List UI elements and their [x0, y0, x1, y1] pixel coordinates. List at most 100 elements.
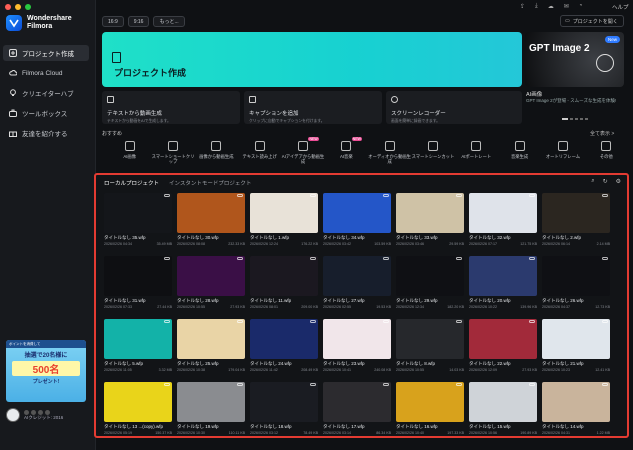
- project-thumbnail[interactable]: [323, 319, 391, 359]
- project-card[interactable]: タイトルなし 27.wfp 2026/02/26 02:55 19.53 KB: [323, 256, 391, 314]
- project-thumbnail[interactable]: [542, 256, 610, 296]
- project-thumbnail[interactable]: [104, 256, 172, 296]
- download-icon[interactable]: ⤓: [535, 3, 538, 10]
- project-card[interactable]: タイトルなし 2.wfp 2026/02/26 06:14 2.14 MB: [542, 193, 610, 251]
- add-caption-card[interactable]: キャプションを追加 クリップに自動でキャプションを付けます。: [244, 91, 382, 124]
- project-thumbnail[interactable]: [250, 319, 318, 359]
- tool-item[interactable]: AI画像: [108, 141, 151, 164]
- project-card[interactable]: タイトルなし 14.wfp 2026/02/26 04:31 1.22 MB: [542, 382, 610, 436]
- screen-recorder-card[interactable]: スクリーンレコーダー 画面を簡単に録画できます。: [386, 91, 522, 124]
- help-link[interactable]: ヘルプ: [612, 3, 629, 11]
- search-icon[interactable]: ⌕: [591, 178, 594, 185]
- project-card[interactable]: タイトルなし 30.wfp 2026/02/26 08:08 232.33 KB: [177, 193, 245, 251]
- project-card[interactable]: タイトルなし 17.wfp 2026/02/26 03:14 86.34 KB: [323, 382, 391, 436]
- project-thumbnail[interactable]: [104, 193, 172, 233]
- project-card[interactable]: タイトルなし 20.wfp 2026/02/26 10:22 139.96 KB: [469, 256, 537, 314]
- zoom-window-button[interactable]: [25, 4, 31, 10]
- promo-banner[interactable]: ポイントを消費して 抽選で20名様に 500名 プレゼント!: [6, 340, 86, 402]
- open-project-button[interactable]: ▭ プロジェクトを開く: [560, 15, 624, 27]
- project-thumbnail[interactable]: [542, 319, 610, 359]
- tool-item[interactable]: スマートショートクリップ: [151, 141, 194, 164]
- tool-item[interactable]: その他: [585, 141, 628, 164]
- filter-icon[interactable]: ⚙: [616, 178, 621, 185]
- sidebar-item-creator-hub[interactable]: クリエイターハブ: [3, 85, 89, 101]
- minimize-window-button[interactable]: [15, 4, 21, 10]
- project-card[interactable]: タイトルなし 13 ...(copy).wfp 2026/02/26 05:19 1…: [104, 382, 172, 436]
- project-thumbnail[interactable]: [323, 382, 391, 422]
- tool-item[interactable]: NEW AIアイデアから動画生成: [281, 137, 324, 164]
- project-card[interactable]: タイトルなし 33.wfp 2026/02/26 03:46 29.59 KB: [396, 193, 464, 251]
- project-thumbnail[interactable]: [396, 256, 464, 296]
- project-thumbnail[interactable]: [250, 382, 318, 422]
- tool-item[interactable]: 画像から動画生成: [195, 141, 238, 164]
- tool-item[interactable]: AIポートレート: [455, 141, 498, 164]
- project-thumbnail[interactable]: [396, 193, 464, 233]
- sidebar-item-refer-friend[interactable]: 友達を紹介する: [3, 125, 89, 141]
- project-card[interactable]: タイトルなし 34.wfp 2026/02/26 03:42 103.59 KB: [323, 193, 391, 251]
- share-icon[interactable]: ⇪: [520, 3, 525, 10]
- tool-item[interactable]: 音楽生成: [498, 141, 541, 164]
- project-card[interactable]: タイトルなし 28.wfp 2026/02/26 10:55 27.93 KB: [177, 256, 245, 314]
- tool-item[interactable]: テキスト読み上げ: [238, 141, 281, 164]
- bell-icon[interactable]: ◔: [579, 3, 583, 10]
- sidebar-item-toolbox[interactable]: ツールボックス: [3, 105, 89, 121]
- project-card[interactable]: タイトルなし 35.wfp 2026/02/26 04:34 35.49 MB: [104, 193, 172, 251]
- project-card[interactable]: タイトルなし 1.wfp 2026/02/26 12:24 176.22 KB: [250, 193, 318, 251]
- project-thumbnail[interactable]: [396, 382, 464, 422]
- project-card[interactable]: タイトルなし 5.wfp 2026/02/26 11:05 3.32 MB: [104, 319, 172, 377]
- project-thumbnail[interactable]: [177, 256, 245, 296]
- project-card[interactable]: タイトルなし 23.wfp 2026/02/26 10:41 240.08 KB: [323, 319, 391, 377]
- project-thumbnail[interactable]: [104, 382, 172, 422]
- tab-local-projects[interactable]: ローカルプロジェクト: [104, 179, 159, 187]
- aspect-9-16-button[interactable]: 9:16: [127, 16, 150, 27]
- text-to-video-card[interactable]: テキストから動画生成 テキストから動画をAIで生成します。: [102, 91, 240, 124]
- project-card[interactable]: タイトルなし 11.wfp 2026/02/26 08:01 209.00 KB: [250, 256, 318, 314]
- aspect-more-dropdown[interactable]: もっと...: [153, 16, 185, 27]
- create-project-card[interactable]: プロジェクト作成: [102, 32, 522, 87]
- mail-icon[interactable]: ✉: [564, 3, 569, 10]
- project-card[interactable]: タイトルなし 16.wfp 2026/02/26 10:40 197.33 KB: [396, 382, 464, 436]
- project-card[interactable]: タイトルなし 31.wfp 2026/02/26 07:33 27.44 KB: [104, 256, 172, 314]
- project-thumbnail[interactable]: [469, 319, 537, 359]
- project-card[interactable]: タイトルなし 19.wfp 2026/02/26 10:30 110.11 KB: [177, 382, 245, 436]
- project-card[interactable]: タイトルなし 29.wfp 2026/02/26 12:34 182.20 KB: [396, 256, 464, 314]
- project-card[interactable]: タイトルなし 26.wfp 2026/02/26 04:37 12.73 KB: [542, 256, 610, 314]
- project-thumbnail[interactable]: [177, 319, 245, 359]
- project-thumbnail[interactable]: [250, 193, 318, 233]
- project-card[interactable]: タイトルなし 15.wfp 2026/02/26 10:56 190.89 KB: [469, 382, 537, 436]
- project-thumbnail[interactable]: [469, 382, 537, 422]
- tool-item[interactable]: オーディオから動画生成: [368, 141, 411, 164]
- tab-instant-mode-projects[interactable]: インスタントモードプロジェクト: [169, 179, 251, 187]
- carousel-dots[interactable]: [562, 118, 588, 120]
- user-area[interactable]: AIクレジット: 2016: [6, 408, 63, 422]
- close-window-button[interactable]: [5, 4, 11, 10]
- project-card[interactable]: タイトルなし 24.wfp 2026/02/26 11:42 208.49 KB: [250, 319, 318, 377]
- sidebar-item-create-project[interactable]: プロジェクト作成: [3, 45, 89, 61]
- project-thumbnail[interactable]: [177, 382, 245, 422]
- project-thumbnail[interactable]: [542, 382, 610, 422]
- gpt-image-banner[interactable]: New GPT Image 2: [525, 32, 624, 87]
- project-thumbnail[interactable]: [542, 193, 610, 233]
- project-thumbnail[interactable]: [323, 193, 391, 233]
- aspect-16-9-button[interactable]: 16:9: [102, 16, 124, 27]
- refresh-icon[interactable]: ↻: [603, 178, 608, 185]
- project-thumbnail[interactable]: [177, 193, 245, 233]
- tool-item[interactable]: NEW AI音楽: [325, 137, 368, 164]
- project-thumbnail[interactable]: [104, 319, 172, 359]
- cloud-sync-icon[interactable]: ☁: [548, 3, 554, 10]
- project-thumbnail[interactable]: [250, 256, 318, 296]
- sidebar-item-filmora-cloud[interactable]: Filmora Cloud: [3, 65, 89, 81]
- project-card[interactable]: タイトルなし 8.wfp 2026/02/26 10:55 14.03 KB: [396, 319, 464, 377]
- project-thumbnail[interactable]: [469, 193, 537, 233]
- avatar[interactable]: [6, 408, 20, 422]
- project-card[interactable]: タイトルなし 22.wfp 2026/02/26 12:09 27.93 KB: [469, 319, 537, 377]
- tool-item[interactable]: スマートシーンカット: [411, 141, 454, 164]
- project-card[interactable]: タイトルなし 21.wfp 2026/02/26 10:23 12.41 KB: [542, 319, 610, 377]
- project-thumbnail[interactable]: [396, 319, 464, 359]
- project-card[interactable]: タイトルなし 18.wfp 2026/02/26 03:12 78.49 KB: [250, 382, 318, 436]
- project-card[interactable]: タイトルなし 25.wfp 2026/02/26 10:38 179.04 KB: [177, 319, 245, 377]
- project-thumbnail[interactable]: [323, 256, 391, 296]
- project-thumbnail[interactable]: [469, 256, 537, 296]
- show-all-link[interactable]: 全て表示 >: [590, 130, 614, 137]
- tool-item[interactable]: オートリフレーム: [541, 141, 584, 164]
